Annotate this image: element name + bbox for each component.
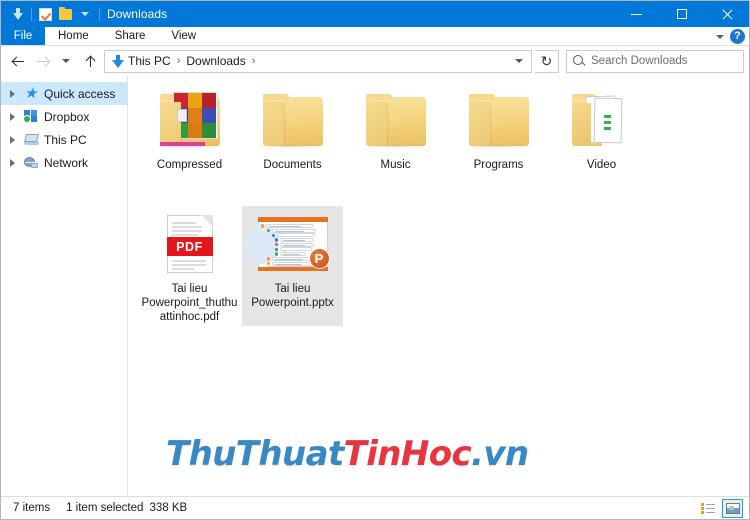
back-button[interactable] (6, 49, 30, 73)
file-item-pptx[interactable]: P Tai lieu Powerpoint.pptx (242, 206, 343, 326)
breadcrumb-separator[interactable]: › (252, 55, 256, 67)
search-input[interactable]: Search Downloads (591, 55, 688, 67)
chevron-right-icon[interactable] (5, 112, 19, 121)
refresh-button[interactable]: ↻ (535, 49, 559, 73)
watermark-part2: TinHoc (343, 434, 472, 474)
large-icons-view-icon (725, 503, 740, 514)
address-bar-row: This PC › Downloads › ↻ Search Downloads (1, 46, 749, 76)
folder-icon (463, 86, 535, 154)
file-list-pane[interactable]: Compressed Documents Music Programs Vide… (128, 76, 749, 496)
recent-locations-button[interactable] (54, 49, 78, 73)
chevron-right-icon[interactable] (5, 89, 19, 98)
dropbox-icon (23, 109, 40, 125)
title-divider (99, 7, 100, 21)
details-view-icon (700, 503, 715, 514)
file-name-label: Compressed (156, 159, 223, 171)
file-item-programs[interactable]: Programs (448, 82, 549, 202)
watermark: ThuThuatTinHoc.vn (166, 434, 529, 474)
file-name-label: Documents (263, 159, 322, 171)
download-icon[interactable] (8, 4, 28, 24)
address-dropdown-button[interactable] (509, 59, 529, 63)
details-view-button[interactable] (697, 499, 718, 518)
sidebar-item-label: Quick access (44, 86, 116, 101)
tab-share[interactable]: Share (102, 27, 159, 45)
maximize-button[interactable] (659, 1, 704, 27)
file-item-documents[interactable]: Documents (242, 82, 343, 202)
star-icon (23, 86, 40, 102)
sidebar-item-label: This PC (44, 132, 87, 147)
title-bar: Downloads (1, 1, 749, 27)
chevron-down-icon[interactable] (75, 4, 95, 24)
sidebar-item-this-pc[interactable]: This PC (1, 128, 127, 151)
up-button[interactable] (78, 49, 102, 73)
file-name-label: Music (380, 159, 411, 171)
sidebar-item-label: Dropbox (44, 109, 90, 124)
ribbon-actions: ? (716, 27, 745, 46)
selection-size-label: 338 KB (149, 502, 188, 514)
window-controls (614, 1, 749, 27)
sidebar-item-label: Network (44, 155, 89, 170)
address-bar[interactable]: This PC › Downloads › (104, 49, 532, 73)
file-explorer-window: Downloads File Home Share View ? This PC… (0, 0, 750, 520)
chevron-down-icon[interactable] (716, 34, 724, 39)
checkbox-icon[interactable] (35, 4, 55, 24)
tab-home[interactable]: Home (45, 27, 102, 45)
file-name-label: Video (586, 159, 617, 171)
quick-access-toolbar: Downloads (1, 4, 167, 24)
toolbar-divider (31, 7, 32, 21)
chevron-right-icon[interactable] (5, 158, 19, 167)
file-name-label: Programs (473, 159, 524, 171)
folder-icon (360, 86, 432, 154)
pdf-file-icon: PDF (154, 210, 226, 278)
navigation-pane: Quick access Dropbox This PC Network (1, 76, 128, 496)
file-name-label: Tai lieu Powerpoint_thuthuattinhoc.pdf (141, 283, 238, 323)
network-icon (23, 155, 40, 171)
help-icon[interactable]: ? (730, 29, 745, 44)
sidebar-item-dropbox[interactable]: Dropbox (1, 105, 127, 128)
file-item-music[interactable]: Music (345, 82, 446, 202)
ribbon-tab-bar: File Home Share View ? (1, 27, 749, 46)
breadcrumb-separator[interactable]: › (177, 55, 181, 67)
folder-icon (257, 86, 329, 154)
breadcrumb-downloads[interactable]: Downloads (186, 54, 245, 68)
folder-documents-icon (566, 86, 638, 154)
powerpoint-badge: P (308, 248, 330, 269)
view-toggle-group (697, 497, 743, 520)
watermark-part3: .vn (471, 434, 529, 474)
minimize-button[interactable] (614, 1, 659, 27)
large-icons-view-button[interactable] (722, 499, 743, 518)
window-title: Downloads (107, 7, 168, 21)
refresh-icon: ↻ (540, 53, 553, 69)
chevron-right-icon[interactable] (5, 135, 19, 144)
selection-label: 1 item selected (66, 502, 144, 514)
close-button[interactable] (704, 1, 749, 27)
search-box[interactable]: Search Downloads (566, 49, 744, 73)
pptx-file-icon: P (244, 210, 330, 278)
file-item-pdf[interactable]: PDF Tai lieu Powerpoint_thuthuattinhoc.p… (139, 206, 240, 326)
breadcrumb-this-pc[interactable]: This PC (128, 54, 171, 68)
sidebar-item-network[interactable]: Network (1, 151, 127, 174)
watermark-part1: ThuThuat (166, 434, 344, 474)
folder-icon[interactable] (55, 4, 75, 24)
item-count-label: 7 items (13, 502, 51, 514)
file-name-label: Tai lieu Powerpoint.pptx (251, 283, 334, 309)
pdf-badge-label: PDF (166, 237, 213, 256)
status-bar: 7 items 1 item selected 338 KB (1, 496, 749, 519)
file-item-video[interactable]: Video (551, 82, 652, 202)
search-icon (573, 55, 585, 67)
sidebar-item-quick-access[interactable]: Quick access (1, 82, 127, 105)
computer-icon (23, 132, 40, 148)
file-grid: Compressed Documents Music Programs Vide… (128, 82, 749, 330)
forward-button (30, 49, 54, 73)
download-icon (111, 54, 124, 68)
tab-file[interactable]: File (1, 27, 45, 45)
explorer-body: Quick access Dropbox This PC Network Com… (1, 76, 749, 496)
file-item-compressed[interactable]: Compressed (139, 82, 240, 202)
tab-view[interactable]: View (158, 27, 209, 45)
folder-compressed-icon (154, 86, 226, 154)
